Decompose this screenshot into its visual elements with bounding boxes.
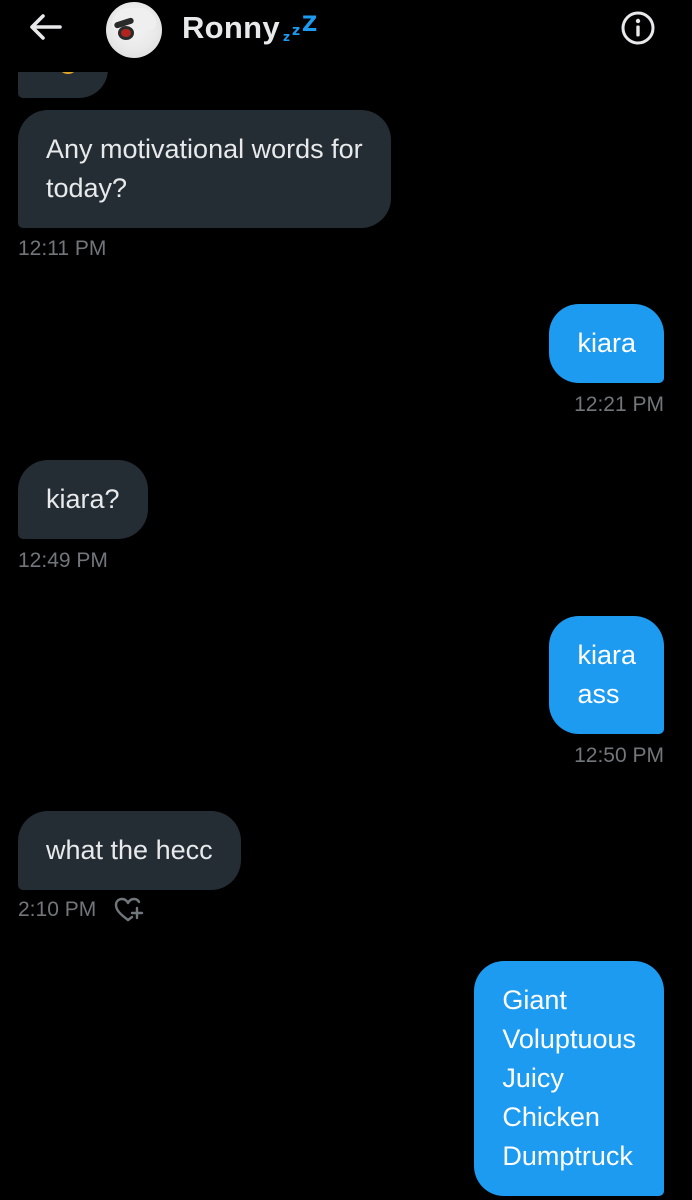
heart-plus-icon xyxy=(114,897,144,922)
message-timestamp: 12:11 PM xyxy=(18,237,107,260)
message-line: kiara? xyxy=(46,484,120,514)
conversation-title[interactable]: Ronny z z Z xyxy=(182,8,320,52)
contact-name: Ronny xyxy=(182,10,280,45)
message-bubble-outgoing[interactable]: kiara xyxy=(549,304,664,383)
message-line: Dumptruck xyxy=(502,1141,633,1171)
message-line: today? xyxy=(46,173,128,203)
arrow-left-icon xyxy=(30,14,62,40)
conversation-info-button[interactable] xyxy=(620,10,656,46)
message-timestamp: 12:49 PM xyxy=(18,549,108,572)
message-bubble-outgoing[interactable]: kiara ass xyxy=(549,616,664,734)
message-bubble-incoming[interactable]: Any motivational words for today? xyxy=(18,110,391,228)
message-timestamp: 2:10 PM xyxy=(18,898,97,921)
info-circle-icon xyxy=(621,11,655,45)
conversation-header: Ronny z z Z xyxy=(0,0,692,58)
message-bubble-outgoing[interactable]: Giant Voluptuous Juicy Chicken Dumptruck xyxy=(474,961,664,1196)
message-line: Chicken xyxy=(502,1102,600,1132)
message-bubble-incoming[interactable]: kiara? xyxy=(18,460,148,539)
message-line: kiara xyxy=(577,640,636,670)
message-line: Giant xyxy=(502,985,567,1015)
message-line: Juicy xyxy=(502,1063,564,1093)
message-line: what the hecc xyxy=(46,835,213,865)
avatar[interactable] xyxy=(106,2,162,58)
sleeping-zzz-icon: z z Z xyxy=(282,12,318,44)
message-timestamp: 12:21 PM xyxy=(574,393,664,416)
message-timestamp: 12:50 PM xyxy=(574,744,664,767)
message-line: Any motivational words for xyxy=(46,134,363,164)
back-button[interactable] xyxy=(28,11,64,43)
message-line: Voluptuous xyxy=(502,1024,636,1054)
message-line: kiara xyxy=(577,328,636,358)
message-bubble-incoming[interactable]: what the hecc xyxy=(18,811,241,890)
add-reaction-button[interactable] xyxy=(114,896,144,924)
message-line: ass xyxy=(577,679,620,709)
